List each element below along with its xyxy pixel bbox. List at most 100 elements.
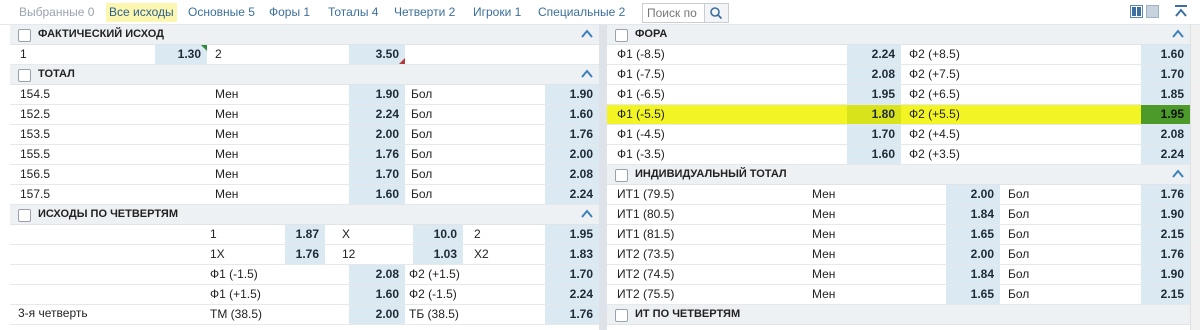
odd-button[interactable]: 1.65	[946, 225, 1000, 244]
odd-button[interactable]: 1.76	[1141, 245, 1190, 264]
table-row: Ф1 (+1.5) 1.60 Ф2 (-1.5) 2.24	[10, 285, 599, 305]
collapse-icon[interactable]	[581, 209, 593, 219]
odd-button[interactable]: 2.08	[545, 165, 599, 184]
table-row: Ф1 (-4.5) 1.70 Ф2 (+4.5) 2.08	[607, 125, 1190, 145]
tab-specials[interactable]: Специальные 2	[535, 3, 628, 22]
odd-button[interactable]: 1.60	[1141, 45, 1190, 64]
one-column-view-icon[interactable]	[1146, 5, 1159, 18]
under-label: Мен	[812, 187, 836, 201]
odd-button[interactable]: 1.84	[946, 205, 1000, 224]
table-row: Ф1 (-8.5) 2.24 Ф2 (+8.5) 1.60	[607, 45, 1190, 65]
tab-main[interactable]: Основные 5	[185, 3, 258, 22]
odd-button[interactable]: 1.90	[349, 85, 405, 104]
odd-button[interactable]: 2.24	[545, 185, 599, 204]
under-label: Мен	[215, 87, 239, 101]
section-header-individual-total[interactable]: ИНДИВИДУАЛЬНЫЙ ТОТАЛ	[607, 165, 1190, 185]
handicap-label: Ф2 (+3.5)	[909, 147, 960, 161]
odd-button[interactable]: 1.85	[1141, 85, 1190, 104]
odd-button[interactable]: 3.50	[349, 45, 405, 64]
over-label: Бол	[1008, 227, 1030, 241]
odd-button[interactable]: 1.90	[545, 85, 599, 104]
odd-button[interactable]: 1.84	[946, 265, 1000, 284]
section-checkbox[interactable]	[18, 29, 31, 42]
section-checkbox[interactable]	[18, 69, 31, 82]
collapse-icon[interactable]	[581, 29, 593, 39]
over-label: Бол	[1008, 247, 1030, 261]
odd-button[interactable]: 1.65	[946, 285, 1000, 304]
section-header-actual-outcome[interactable]: ФАКТИЧЕСКИЙ ИСХОД	[10, 25, 599, 45]
scrollbar[interactable]	[1190, 25, 1200, 330]
odd-button[interactable]: 1.76	[349, 145, 405, 164]
section-checkbox[interactable]	[615, 29, 628, 42]
section-header-total[interactable]: ТОТАЛ	[10, 65, 599, 85]
total-label: ТБ (38.5)	[409, 307, 459, 321]
odd-button[interactable]: 2.15	[1141, 225, 1190, 244]
odd-button[interactable]: 2.08	[1141, 125, 1190, 144]
table-row: Ф1 (-3.5) 1.60 Ф2 (+3.5) 2.24	[607, 145, 1190, 165]
odd-button[interactable]: 1.87	[285, 225, 325, 244]
left-column: ФАКТИЧЕСКИЙ ИСХОД 1 1.30 2 3.50 ТОТАЛ 15…	[10, 25, 599, 325]
odd-button[interactable]: 1.76	[545, 125, 599, 144]
tab-quarters[interactable]: Четверти 2	[391, 3, 458, 22]
odd-button[interactable]: 1.70	[545, 265, 599, 284]
under-label: Мен	[812, 247, 836, 261]
odd-button[interactable]: 2.15	[1141, 285, 1190, 304]
collapse-icon[interactable]	[1172, 29, 1184, 39]
odd-button[interactable]: 10.0	[413, 225, 463, 244]
tab-selected[interactable]: Выбранные 0	[16, 3, 97, 22]
odd-button[interactable]: 1.70	[1141, 65, 1190, 84]
odd-button[interactable]: 2.24	[1141, 145, 1190, 164]
section-header-handicap[interactable]: ФОРА	[607, 25, 1190, 45]
over-label: Бол	[411, 107, 433, 121]
section-checkbox[interactable]	[615, 169, 628, 182]
odd-button[interactable]: 1.83	[545, 245, 599, 264]
outcome-label: 1	[20, 47, 27, 61]
under-label: Мен	[812, 287, 836, 301]
collapse-icon[interactable]	[1172, 169, 1184, 179]
odd-button[interactable]: 1.76	[285, 245, 325, 264]
section-checkbox[interactable]	[615, 309, 628, 322]
odd-button[interactable]: 2.00	[349, 305, 405, 324]
handicap-label: Ф2 (+5.5)	[909, 107, 960, 121]
odd-button[interactable]: 1.95	[545, 225, 599, 244]
odd-button[interactable]: 2.00	[349, 125, 405, 144]
odd-button[interactable]: 1.30	[155, 45, 207, 64]
odd-button[interactable]: 1.95	[847, 85, 901, 104]
odd-button[interactable]: 2.08	[349, 265, 405, 284]
odd-button[interactable]: 1.76	[1141, 185, 1190, 204]
tab-players[interactable]: Игроки 1	[470, 3, 524, 22]
odd-button[interactable]: 1.80	[847, 105, 901, 124]
odd-button[interactable]: 2.24	[545, 285, 599, 304]
odd-button[interactable]: 1.90	[1141, 265, 1190, 284]
odd-button[interactable]: 2.00	[545, 145, 599, 164]
two-column-view-icon[interactable]	[1130, 5, 1143, 18]
odd-button[interactable]: 1.03	[413, 245, 463, 264]
odd-button[interactable]: 2.24	[349, 105, 405, 124]
individual-total-line: ИТ1 (81.5)	[617, 227, 675, 241]
collapse-all-icon[interactable]	[1173, 4, 1189, 20]
collapse-icon[interactable]	[581, 69, 593, 79]
odd-button[interactable]: 1.95	[1141, 105, 1190, 124]
odd-button[interactable]: 2.24	[847, 45, 901, 64]
odd-button[interactable]: 2.08	[847, 65, 901, 84]
section-checkbox[interactable]	[18, 209, 31, 222]
over-label: Бол	[411, 167, 433, 181]
search-input[interactable]	[643, 4, 703, 22]
odd-button[interactable]: 2.00	[946, 185, 1000, 204]
tab-totals[interactable]: Тоталы 4	[325, 3, 381, 22]
odd-button[interactable]: 2.00	[946, 245, 1000, 264]
odd-button[interactable]: 1.90	[1141, 205, 1190, 224]
odd-button[interactable]: 1.60	[349, 185, 405, 204]
odd-button[interactable]: 1.70	[349, 165, 405, 184]
odd-button[interactable]: 1.70	[847, 125, 901, 144]
tab-handicaps[interactable]: Форы 1	[266, 3, 313, 22]
search-button[interactable]	[704, 4, 728, 22]
tab-all-outcomes[interactable]: Все исходы	[106, 3, 177, 22]
odd-button[interactable]: 1.60	[545, 105, 599, 124]
section-header-quarter-outcomes[interactable]: ИСХОДЫ ПО ЧЕТВЕРТЯМ	[10, 205, 599, 225]
odd-button[interactable]: 1.60	[847, 145, 901, 164]
odd-button[interactable]: 1.60	[349, 285, 405, 304]
handicap-label: Ф1 (-7.5)	[617, 67, 665, 81]
odd-button[interactable]: 1.76	[545, 305, 599, 324]
section-header-it-quarters[interactable]: ИТ ПО ЧЕТВЕРТЯМ	[607, 305, 1190, 325]
